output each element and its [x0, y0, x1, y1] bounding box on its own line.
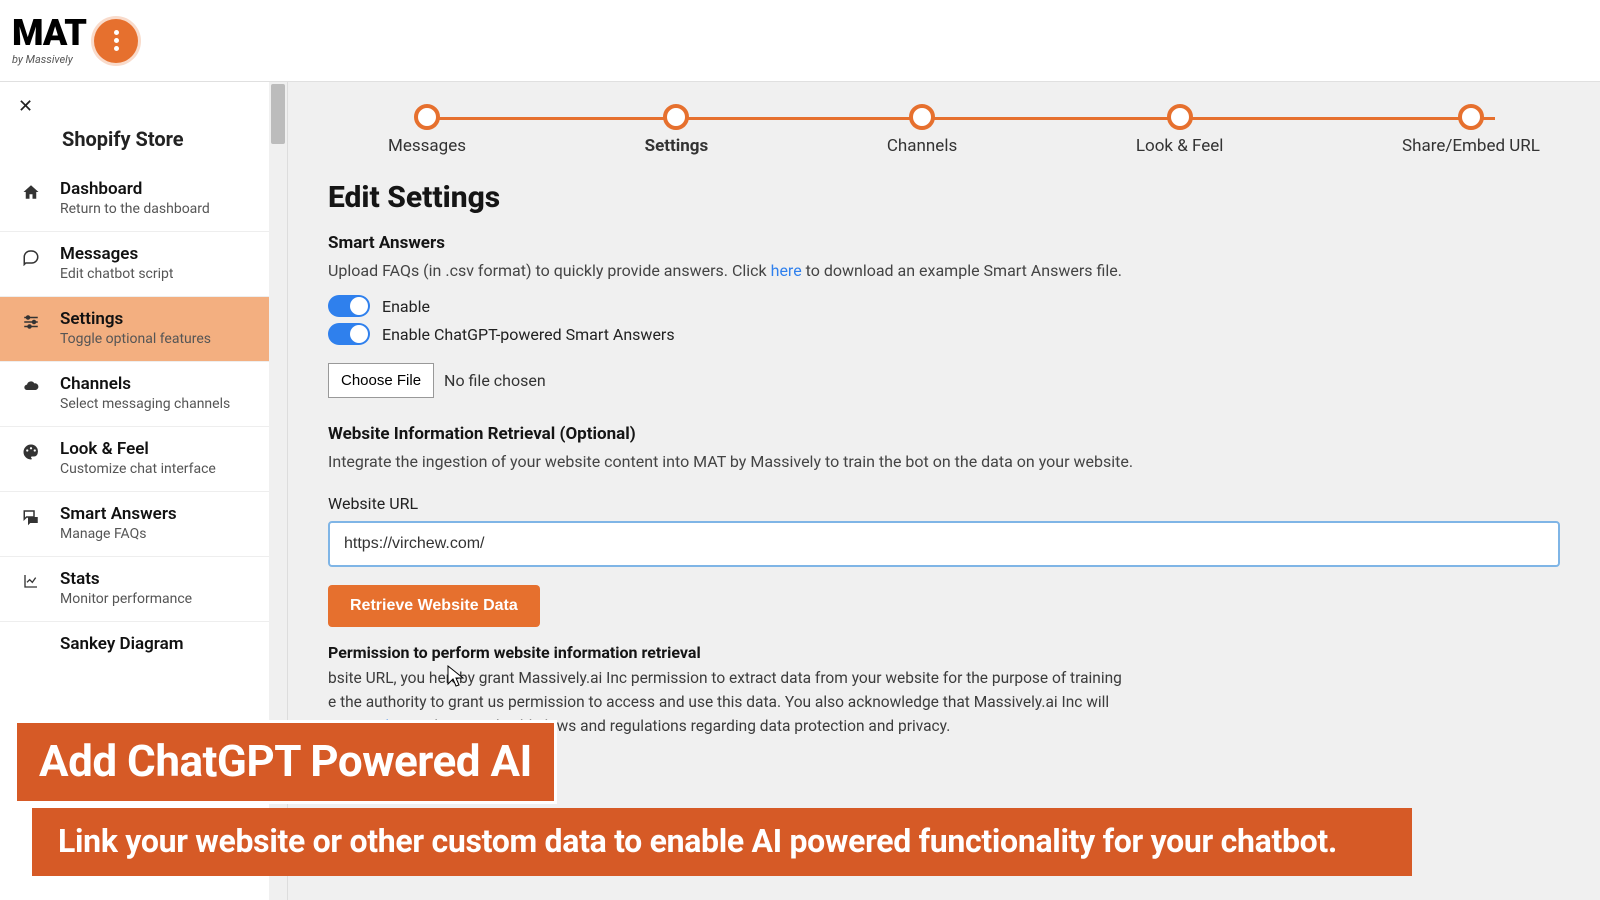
enable-chatgpt-toggle[interactable]	[328, 323, 370, 345]
step-circle	[909, 104, 935, 130]
step-share[interactable]: Share/Embed URL	[1402, 104, 1540, 156]
perm-line: e the authority to grant us permission t…	[328, 693, 1109, 711]
chart-icon	[18, 573, 44, 589]
step-circle	[1167, 104, 1193, 130]
page-title: Edit Settings	[328, 180, 1560, 215]
website-retrieval-desc: Integrate the ingestion of your website …	[328, 450, 1560, 474]
step-label: Messages	[388, 136, 466, 156]
step-channels[interactable]: Channels	[887, 104, 957, 156]
permission-heading: Permission to perform website informatio…	[328, 643, 1560, 662]
close-icon[interactable]: ✕	[0, 82, 287, 117]
enable-toggle[interactable]	[328, 295, 370, 317]
step-circle	[1458, 104, 1484, 130]
step-label: Channels	[887, 136, 957, 156]
sidebar-item-sub: Customize chat interface	[60, 461, 216, 477]
sidebar-item-look-feel[interactable]: Look & Feel Customize chat interface	[0, 427, 287, 492]
choose-file-button[interactable]: Choose File	[328, 363, 434, 398]
cloud-icon	[18, 378, 44, 394]
smart-answers-heading: Smart Answers	[328, 233, 1560, 253]
sidebar-item-label: Channels	[60, 374, 230, 394]
sidebar-item-sub: Manage FAQs	[60, 526, 177, 542]
step-settings[interactable]: Settings	[645, 104, 709, 156]
stepper-line	[423, 117, 1495, 120]
sidebar-item-label: Look & Feel	[60, 439, 216, 459]
step-circle	[663, 104, 689, 130]
paint-icon	[18, 443, 44, 461]
stepper: Messages Settings Channels Look & Feel S…	[288, 104, 1600, 174]
step-label: Look & Feel	[1136, 136, 1224, 156]
sliders-icon	[18, 313, 44, 331]
desc-text: to download an example Smart Answers fil…	[802, 261, 1122, 280]
home-icon	[18, 183, 44, 201]
store-title: Shopify Store	[0, 117, 287, 167]
sidebar-item-settings[interactable]: Settings Toggle optional features	[0, 297, 287, 362]
sidebar-item-label: Dashboard	[60, 179, 210, 199]
sidebar-item-sub: Edit chatbot script	[60, 266, 173, 282]
sidebar-item-sub: Return to the dashboard	[60, 201, 210, 217]
step-label: Share/Embed URL	[1402, 136, 1540, 156]
sidebar-item-sub: Toggle optional features	[60, 331, 211, 347]
sidebar-item-dashboard[interactable]: Dashboard Return to the dashboard	[0, 167, 287, 232]
sidebar-item-sub: Monitor performance	[60, 591, 192, 607]
overlay-banner-title: Add ChatGPT Powered AI	[14, 720, 557, 804]
overlay-banner-sub: Link your website or other custom data t…	[32, 808, 1412, 876]
logo-subtext: by Massively	[12, 53, 86, 66]
desc-text: Upload FAQs (in .csv format) to quickly …	[328, 261, 771, 280]
file-status: No file chosen	[444, 371, 546, 390]
enable-label: Enable	[382, 297, 430, 316]
website-retrieval-heading: Website Information Retrieval (Optional)	[328, 424, 1560, 444]
scrollbar-thumb[interactable]	[271, 84, 285, 144]
sidebar-item-label: Stats	[60, 569, 192, 589]
logo-badge	[94, 19, 138, 63]
sidebar-item-sankey[interactable]: Sankey Diagram	[0, 622, 287, 668]
perm-line: bsite URL, you hereby grant Massively.ai…	[328, 669, 1122, 687]
smart-answers-desc: Upload FAQs (in .csv format) to quickly …	[328, 259, 1560, 283]
sidebar-item-label: Messages	[60, 244, 173, 264]
website-url-label: Website URL	[328, 494, 1560, 513]
sidebar-item-smart-answers[interactable]: Smart Answers Manage FAQs	[0, 492, 287, 557]
sidebar-item-channels[interactable]: Channels Select messaging channels	[0, 362, 287, 427]
logo-text: MAT	[12, 15, 86, 51]
retrieve-website-button[interactable]: Retrieve Website Data	[328, 585, 540, 627]
qa-icon	[18, 508, 44, 526]
app-header: MAT by Massively	[0, 0, 1600, 82]
sidebar-item-label: Settings	[60, 309, 211, 329]
website-url-input[interactable]	[328, 521, 1560, 567]
sidebar-item-label: Sankey Diagram	[60, 634, 184, 654]
sidebar-item-label: Smart Answers	[60, 504, 177, 524]
logo: MAT by Massively	[12, 15, 138, 66]
step-look-feel[interactable]: Look & Feel	[1136, 104, 1224, 156]
sidebar-item-sub: Select messaging channels	[60, 396, 230, 412]
enable-chatgpt-label: Enable ChatGPT-powered Smart Answers	[382, 325, 675, 344]
sidebar-item-messages[interactable]: Messages Edit chatbot script	[0, 232, 287, 297]
step-messages[interactable]: Messages	[388, 104, 466, 156]
sidebar-item-stats[interactable]: Stats Monitor performance	[0, 557, 287, 622]
chat-icon	[18, 248, 44, 266]
step-label: Settings	[645, 136, 709, 156]
download-example-link[interactable]: here	[771, 261, 802, 280]
step-circle	[414, 104, 440, 130]
